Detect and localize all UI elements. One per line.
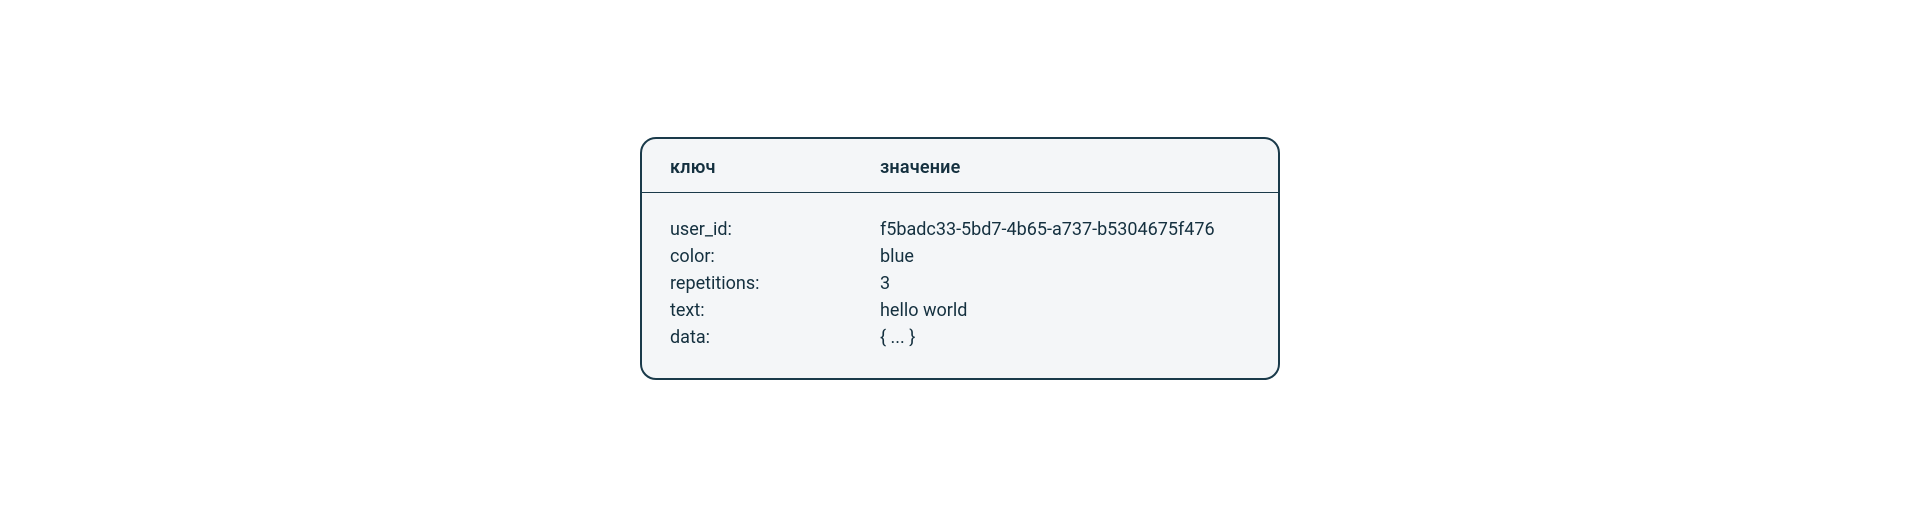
table-row: text: hello world bbox=[670, 300, 1250, 321]
row-key: text: bbox=[670, 300, 880, 321]
row-value: { ... } bbox=[880, 327, 1250, 348]
row-key: color: bbox=[670, 246, 880, 267]
row-value: blue bbox=[880, 246, 1250, 267]
card-body: user_id: f5badc33-5bd7-4b65-a737-b530467… bbox=[642, 193, 1278, 378]
row-key: user_id: bbox=[670, 219, 880, 240]
table-row: data: { ... } bbox=[670, 327, 1250, 348]
row-value: hello world bbox=[880, 300, 1250, 321]
row-key: data: bbox=[670, 327, 880, 348]
row-value: 3 bbox=[880, 273, 1250, 294]
card-header: ключ значение bbox=[642, 139, 1278, 193]
row-value: f5badc33-5bd7-4b65-a737-b5304675f476 bbox=[880, 219, 1250, 240]
table-row: user_id: f5badc33-5bd7-4b65-a737-b530467… bbox=[670, 219, 1250, 240]
table-row: color: blue bbox=[670, 246, 1250, 267]
header-value-label: значение bbox=[880, 157, 1250, 178]
key-value-card: ключ значение user_id: f5badc33-5bd7-4b6… bbox=[640, 137, 1280, 380]
row-key: repetitions: bbox=[670, 273, 880, 294]
table-row: repetitions: 3 bbox=[670, 273, 1250, 294]
header-key-label: ключ bbox=[670, 157, 880, 178]
